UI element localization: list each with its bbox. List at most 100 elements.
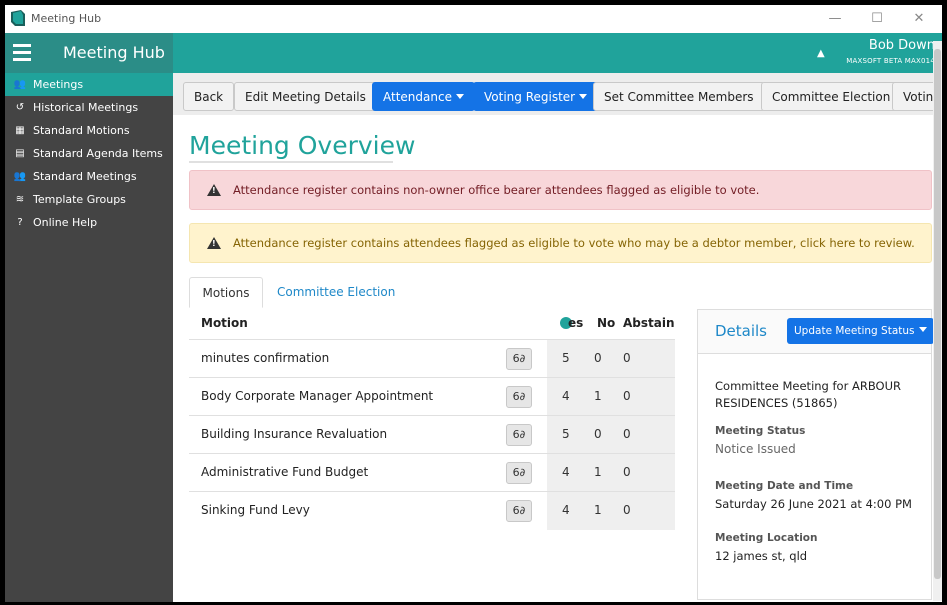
view-glasses-icon[interactable]: 6∂ (506, 424, 532, 446)
sidebar-item-online-help[interactable]: ? Online Help (5, 211, 173, 234)
brand-area: Meeting Hub (5, 33, 173, 73)
user-name[interactable]: Bob Down (869, 38, 935, 53)
view-glasses-icon[interactable]: 6∂ (506, 348, 532, 370)
motion-name: Sinking Fund Levy (201, 503, 310, 517)
attendance-label: Attendance (383, 90, 452, 104)
table-row: Body Corporate Manager Appointment 6∂ 4 … (189, 377, 675, 416)
yes-count: 4 (562, 389, 570, 403)
warning-icon (207, 237, 221, 249)
page-title: Meeting Overview (189, 131, 416, 160)
caret-down-icon (918, 327, 927, 332)
header-no: No (597, 316, 616, 330)
sidebar-item-historical-meetings[interactable]: ↺ Historical Meetings (5, 96, 173, 119)
details-title: Details (715, 322, 768, 340)
motion-name: Administrative Fund Budget (201, 465, 369, 479)
group-icon: 👥 (13, 171, 27, 182)
sidebar-item-template-groups[interactable]: ≋ Template Groups (5, 188, 173, 211)
set-committee-members-button[interactable]: Set Committee Members (593, 82, 765, 111)
sidebar-item-standard-agenda-items[interactable]: ▤ Standard Agenda Items (5, 142, 173, 165)
back-button[interactable]: Back (183, 82, 235, 111)
meeting-location-label: Meeting Location (715, 532, 818, 544)
sidebar-item-label: Online Help (33, 216, 98, 229)
app-window: Meeting Hub — ☐ ✕ Meeting Hub ▲ Bob Down… (5, 5, 942, 602)
table-row: Administrative Fund Budget 6∂ 4 1 0 (189, 453, 675, 492)
header-motion: Motion (201, 316, 248, 330)
hamburger-menu-icon[interactable] (13, 44, 31, 61)
layers-icon: ≋ (15, 194, 25, 205)
abstain-count: 0 (623, 389, 631, 403)
warning-icon (207, 184, 221, 196)
user-icon[interactable]: ▲ (817, 48, 825, 59)
app-header: Meeting Hub ▲ Bob Down MAXSOFT BETA MAX0… (5, 33, 942, 73)
meeting-name: Committee Meeting for ARBOUR RESIDENCES … (715, 379, 901, 410)
table-row: minutes confirmation 6∂ 5 0 0 (189, 339, 675, 378)
alert-danger: Attendance register contains non-owner o… (189, 170, 932, 210)
vote-counts: 4 1 0 (547, 378, 675, 416)
title-underline (189, 161, 393, 163)
question-icon: ? (17, 217, 23, 228)
update-meeting-status-label: Update Meeting Status (794, 325, 915, 337)
vote-counts: 4 1 0 (547, 454, 675, 492)
tab-motions[interactable]: Motions (189, 277, 263, 308)
motions-table: Motion es No Abstain minutes confirmatio… (189, 308, 675, 530)
maximize-button[interactable]: ☐ (857, 8, 897, 30)
app-logo-icon (11, 10, 25, 26)
sidebar-item-label: Standard Motions (33, 124, 130, 137)
sidebar: 👥 Meetings ↺ Historical Meetings ▦ Stand… (5, 73, 181, 602)
yes-count: 5 (562, 427, 570, 441)
attendance-dropdown-button[interactable]: Attendance (372, 82, 475, 111)
sidebar-item-meetings[interactable]: 👥 Meetings (5, 73, 181, 96)
sidebar-item-label: Standard Meetings (33, 170, 137, 183)
chalkboard-icon: ▦ (15, 125, 25, 136)
brand-title: Meeting Hub (63, 43, 165, 62)
no-count: 1 (594, 503, 602, 517)
sidebar-item-label: Standard Agenda Items (33, 147, 163, 160)
details-header: Details Update Meeting Status (698, 310, 934, 354)
alert-warning[interactable]: Attendance register contains attendees f… (189, 223, 932, 263)
committee-election-button[interactable]: Committee Election (761, 82, 902, 111)
voting-register-label: Voting Register (484, 90, 576, 104)
view-glasses-icon[interactable]: 6∂ (506, 386, 532, 408)
sidebar-item-standard-meetings[interactable]: 👥 Standard Meetings (5, 165, 173, 188)
scrollbar-thumb[interactable] (934, 49, 941, 579)
alert-warning-text[interactable]: Attendance register contains attendees f… (233, 236, 915, 250)
header-abstain: Abstain (623, 316, 675, 330)
caret-down-icon (455, 94, 464, 99)
main-content: Back Edit Meeting Details Attendance Vot… (173, 73, 942, 602)
abstain-count: 0 (623, 503, 631, 517)
close-button[interactable]: ✕ (899, 8, 939, 30)
abstain-count: 0 (623, 351, 631, 365)
motion-name: minutes confirmation (201, 351, 330, 365)
sidebar-item-standard-motions[interactable]: ▦ Standard Motions (5, 119, 173, 142)
window-title: Meeting Hub (31, 12, 102, 25)
yes-count: 4 (562, 465, 570, 479)
meeting-status-label: Meeting Status (715, 425, 806, 437)
meeting-location-value: 12 james st, qld (715, 549, 808, 563)
sidebar-item-label: Historical Meetings (33, 101, 139, 114)
yes-count: 4 (562, 503, 570, 517)
minimize-button[interactable]: — (815, 8, 855, 30)
vote-counts: 4 1 0 (547, 492, 675, 530)
vote-counts: 5 0 0 (547, 340, 675, 378)
motions-table-header: Motion es No Abstain (189, 308, 675, 339)
meeting-status-value: Notice Issued (715, 442, 796, 456)
view-glasses-icon[interactable]: 6∂ (506, 462, 532, 484)
table-row: Building Insurance Revaluation 6∂ 5 0 0 (189, 415, 675, 454)
sidebar-item-label: Meetings (33, 78, 84, 91)
update-meeting-status-button[interactable]: Update Meeting Status (787, 318, 934, 344)
no-count: 0 (594, 351, 602, 365)
abstain-count: 0 (623, 465, 631, 479)
voting-register-dropdown-button[interactable]: Voting Register (473, 82, 599, 111)
list-icon: ▤ (15, 148, 25, 159)
history-icon: ↺ (15, 102, 25, 113)
users-icon: 👥 (13, 79, 27, 90)
user-account: MAXSOFT BETA MAX014 (846, 57, 935, 65)
no-count: 1 (594, 389, 602, 403)
vertical-scrollbar[interactable] (933, 41, 942, 601)
meeting-datetime-label: Meeting Date and Time (715, 480, 854, 492)
tab-committee-election[interactable]: Committee Election (277, 277, 395, 308)
details-panel: Details Update Meeting Status Committee … (697, 309, 934, 600)
edit-meeting-details-button[interactable]: Edit Meeting Details (234, 82, 377, 111)
view-glasses-icon[interactable]: 6∂ (506, 500, 532, 522)
table-row: Sinking Fund Levy 6∂ 4 1 0 (189, 491, 675, 530)
